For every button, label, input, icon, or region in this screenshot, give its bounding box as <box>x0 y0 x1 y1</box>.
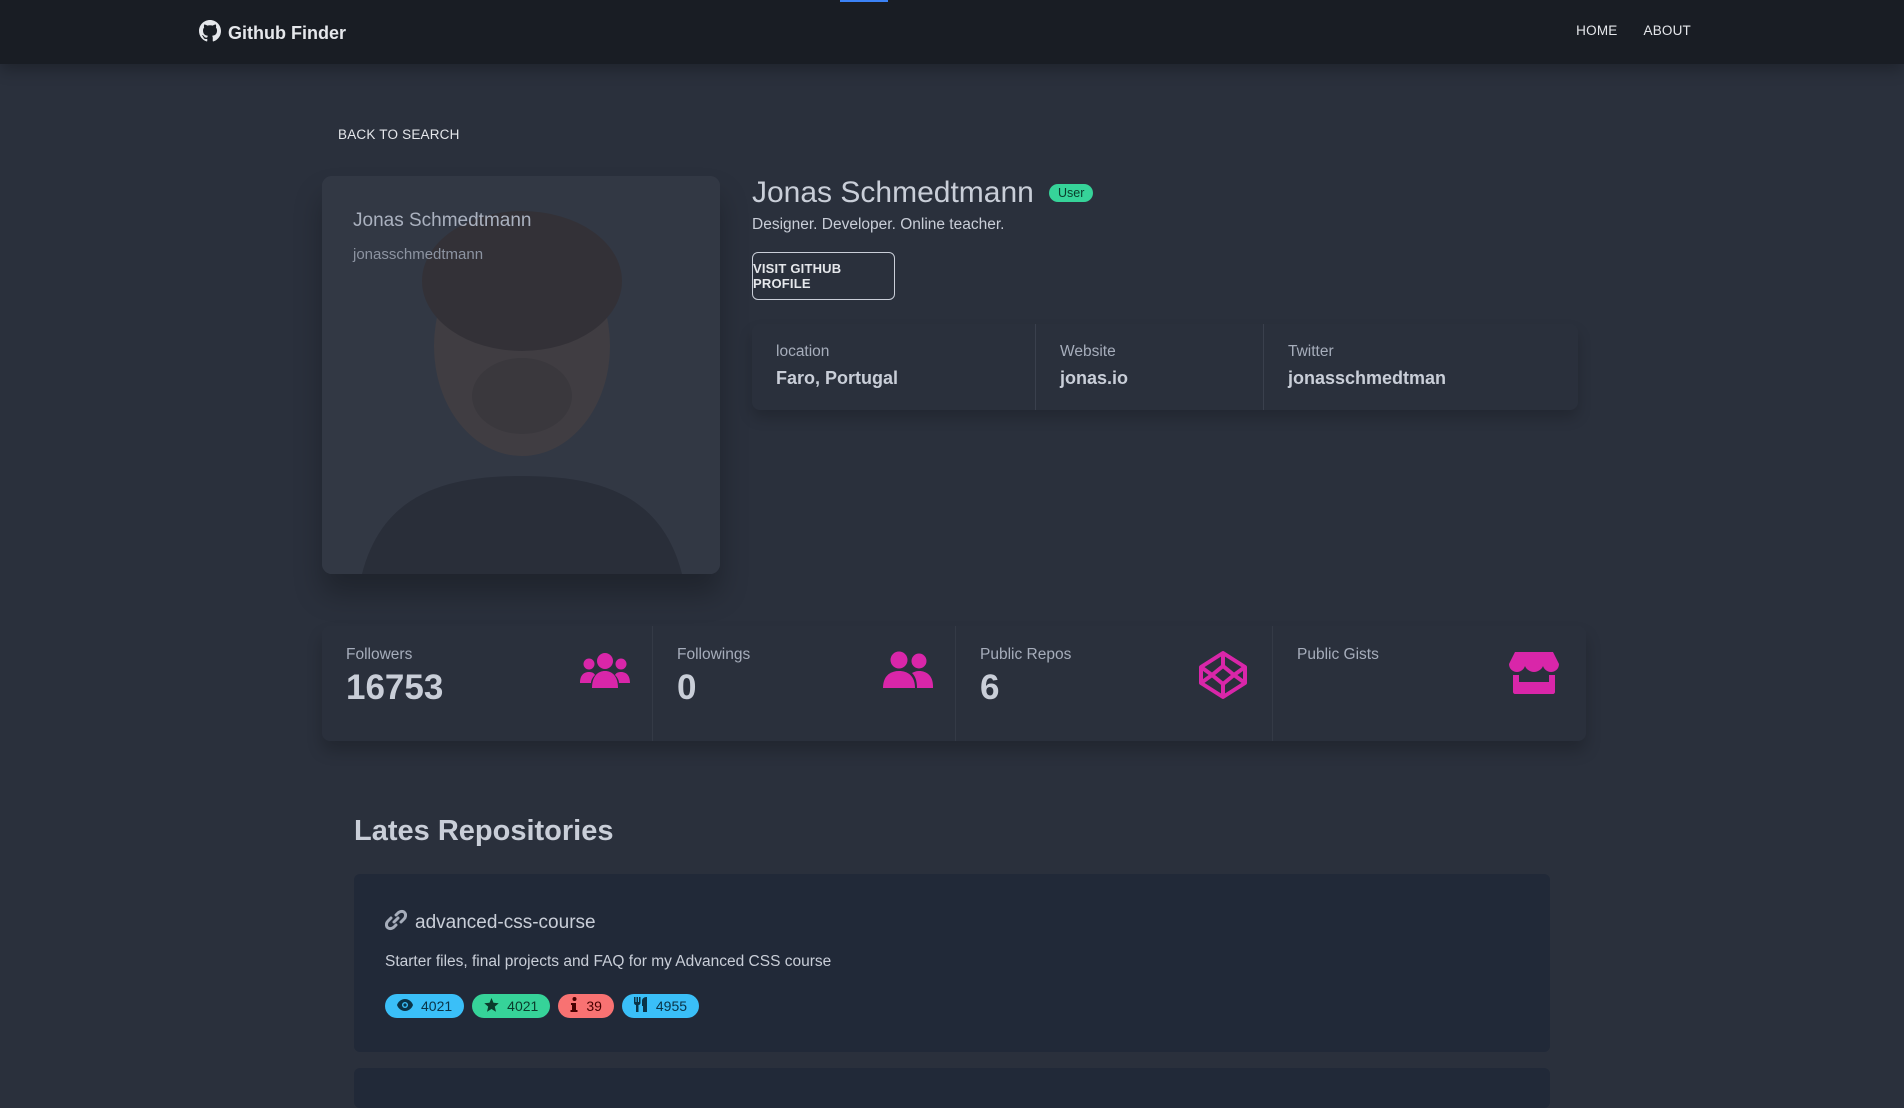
divider <box>955 626 956 741</box>
repo-card <box>354 1068 1550 1108</box>
user-type-badge: User <box>1049 184 1094 202</box>
avatar-card: Jonas Schmedtmann jonasschmedtmann <box>322 176 720 574</box>
brand-link[interactable]: Github Finder <box>199 20 346 47</box>
stat-title: Public Gists <box>1297 646 1379 663</box>
avatar-name: Jonas Schmedtmann <box>353 210 532 231</box>
repo-description: Starter files, final projects and FAQ fo… <box>385 953 832 970</box>
stat-title: Followers <box>346 646 413 663</box>
info-icon <box>570 997 578 1015</box>
eye-icon <box>397 998 413 1014</box>
stat-title: Public Repos <box>980 646 1072 663</box>
profile-details: location Faro, Portugal Website jonas.io… <box>752 324 1578 410</box>
user-friends-icon <box>883 650 933 695</box>
nav-home-link[interactable]: HOME <box>1576 23 1617 38</box>
avatar-login: jonasschmedtmann <box>353 246 484 263</box>
profile-name: Jonas Schmedtmann <box>752 176 1034 209</box>
nav-links: HOME ABOUT <box>1576 23 1691 38</box>
divider <box>1263 324 1264 410</box>
nav-accent-line <box>840 0 888 2</box>
stars-count: 4021 <box>507 998 539 1014</box>
detail-title: location <box>776 343 830 360</box>
github-icon <box>199 20 221 47</box>
detail-twitter-link[interactable]: jonasschmedtman <box>1288 368 1446 389</box>
avatar-overlay <box>322 176 720 574</box>
divider <box>1035 324 1036 410</box>
store-icon <box>1509 650 1559 699</box>
users-icon <box>580 650 630 695</box>
back-to-search-button[interactable]: BACK TO SEARCH <box>338 127 460 142</box>
link-icon <box>384 909 408 937</box>
stat-value: 6 <box>980 668 1000 707</box>
stars-badge: 4021 <box>472 994 551 1018</box>
watchers-badge: 4021 <box>385 994 465 1018</box>
codepen-icon <box>1198 650 1248 705</box>
stat-value: 0 <box>677 668 697 707</box>
forks-count: 4955 <box>655 998 688 1014</box>
repos-heading: Lates Repositories <box>354 815 614 847</box>
stat-value: 16753 <box>346 668 444 707</box>
detail-website-link[interactable]: jonas.io <box>1060 368 1128 389</box>
brand-title: Github Finder <box>228 23 346 43</box>
detail-value: Faro, Portugal <box>776 368 899 388</box>
navbar: Github Finder HOME ABOUT <box>0 0 1904 64</box>
detail-title: Website <box>1060 343 1116 360</box>
repo-badges: 4021 4021 39 4955 <box>385 994 700 1018</box>
stat-title: Followings <box>677 646 751 663</box>
repo-card: advanced-css-course Starter files, final… <box>354 874 1550 1052</box>
utensils-icon <box>633 997 648 1015</box>
nav-about-link[interactable]: ABOUT <box>1643 23 1691 38</box>
repo-name: advanced-css-course <box>415 912 596 933</box>
divider <box>1272 626 1273 741</box>
watchers-count: 4021 <box>421 998 453 1014</box>
repo-link[interactable]: advanced-css-course <box>384 909 596 937</box>
forks-badge: 4955 <box>621 994 700 1018</box>
issues-count: 39 <box>586 998 602 1014</box>
user-stats: Followers 16753 Followings 0 Public Repo… <box>322 626 1586 741</box>
issues-badge: 39 <box>558 994 614 1018</box>
divider <box>652 626 653 741</box>
profile-bio: Designer. Developer. Online teacher. <box>752 216 1005 233</box>
detail-title: Twitter <box>1288 343 1334 360</box>
visit-github-profile-button[interactable]: VISIT GITHUB PROFILE <box>752 252 895 300</box>
star-icon <box>484 997 499 1015</box>
